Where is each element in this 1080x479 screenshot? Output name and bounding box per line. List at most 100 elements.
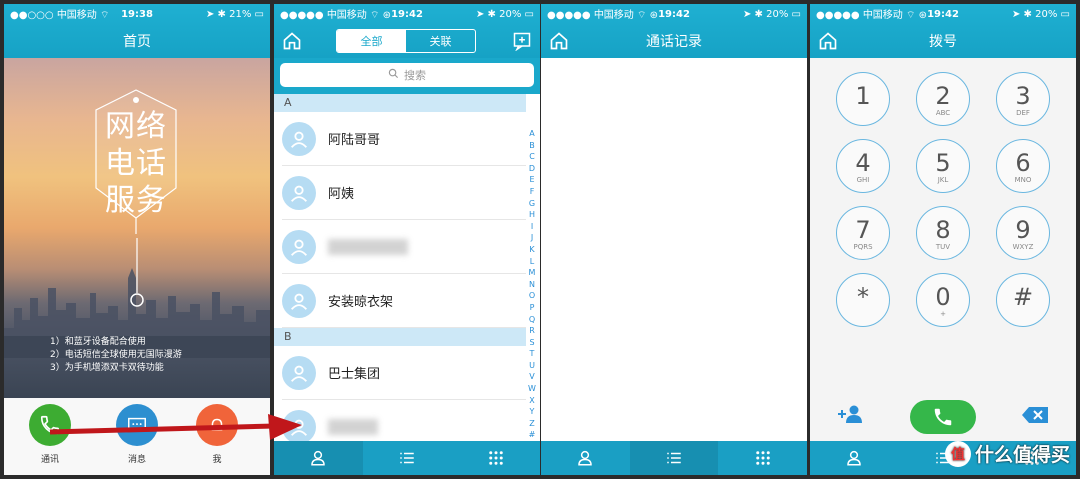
index-letter[interactable]: O [527, 290, 537, 302]
home-screen: ●●○○○ 中国移动 ⌔ 19:38 ➤ ✱ 21% ▭ 首页 网络 电话 服务 [4, 4, 270, 475]
hero-banner: 网络 电话 服务 1）和蓝牙设备配合使用 2）电话短信全球使用无国际漫游 3）为… [4, 58, 270, 398]
list-item[interactable] [282, 220, 526, 274]
index-letter[interactable]: K [527, 244, 537, 256]
dial-key[interactable]: 8 TUV [916, 206, 970, 260]
dialpad-icon [755, 451, 770, 465]
search-input[interactable]: 搜索 [280, 63, 534, 87]
tab-dialpad[interactable] [718, 441, 807, 475]
dial-key-digit: 3 [1015, 82, 1031, 110]
tab-bar [541, 441, 807, 475]
nav-bar: 通话记录 [541, 24, 807, 58]
index-letter[interactable]: D [527, 163, 537, 175]
index-letter[interactable]: L [527, 256, 537, 268]
index-letter[interactable]: G [527, 198, 537, 210]
dial-key[interactable]: 9 WXYZ [996, 206, 1050, 260]
screenshot-stage: ●●○○○ 中国移动 ⌔ 19:38 ➤ ✱ 21% ▭ 首页 网络 电话 服务 [0, 0, 1080, 479]
watermark: 值 什么值得买 [944, 440, 1070, 467]
feature-notes: 1）和蓝牙设备配合使用 2）电话短信全球使用无国际漫游 3）为手机增添双卡双待功… [50, 336, 182, 375]
index-letter[interactable]: Z [527, 418, 537, 430]
index-letter[interactable]: Y [527, 406, 537, 418]
watermark-badge: 值 [944, 440, 971, 467]
contact-name: 巴士集团 [328, 367, 381, 382]
index-letter[interactable]: T [527, 348, 537, 360]
index-letter[interactable]: H [527, 209, 537, 221]
index-letter[interactable]: I [527, 221, 537, 233]
index-letter[interactable]: W [527, 383, 537, 395]
alphabet-index[interactable]: A B C D E F G H I J K L M N O P Q R S T U V W X Y Z # [527, 128, 537, 441]
contacts-screen: ●●●●● 中国移动 ⌔ ⊛ 19:42 ➤ ✱ 20% ▭ 全部 关联 搜索 … [274, 4, 540, 475]
status-bar: ●●○○○ 中国移动 ⌔ 19:38 ➤ ✱ 21% ▭ [4, 4, 270, 24]
index-letter[interactable]: P [527, 302, 537, 314]
tab-call-log[interactable] [363, 441, 452, 475]
tab-call-log[interactable] [629, 441, 719, 475]
dial-key[interactable]: 6 MNO [996, 139, 1050, 193]
home-icon[interactable] [282, 31, 302, 51]
dial-key-digit: 9 [1015, 216, 1031, 244]
index-letter[interactable]: R [527, 325, 537, 337]
dock-label: 通讯 [40, 455, 59, 465]
add-contact-icon[interactable] [836, 404, 864, 428]
tab-dialpad[interactable] [451, 441, 540, 475]
tab-contacts[interactable] [541, 441, 630, 475]
avatar-icon [282, 229, 316, 264]
list-icon [400, 452, 414, 464]
dial-key-digit: 4 [855, 149, 871, 177]
add-contact-icon[interactable] [512, 31, 532, 52]
call-button[interactable] [910, 400, 976, 434]
search-placeholder: 搜索 [404, 69, 426, 82]
dialpad-icon [488, 451, 503, 465]
index-letter[interactable]: J [527, 232, 537, 244]
dial-key[interactable]: 0 + [916, 273, 970, 327]
search-bar: 搜索 [274, 58, 540, 94]
index-letter[interactable]: X [527, 395, 537, 407]
index-letter[interactable]: B [527, 140, 537, 152]
dial-key[interactable]: 1 [836, 72, 890, 126]
contact-name: 安装晾衣架 [328, 295, 394, 310]
dial-key-digit: 2 [935, 82, 951, 110]
dial-key-letters: JKL [937, 176, 949, 184]
contact-list: A 阿陆哥哥 阿姨 安装晾衣架 B 巴士集团 [274, 94, 540, 454]
dial-key[interactable]: 3 DEF [996, 72, 1050, 126]
dial-key-digit: 7 [855, 216, 871, 244]
dial-key-digit: 0 [935, 283, 951, 311]
index-letter[interactable]: S [527, 337, 537, 349]
clock: 19:42 [927, 8, 959, 20]
feature-note: 2）电话短信全球使用无国际漫游 [50, 350, 182, 360]
person-icon [311, 450, 326, 466]
segment-all[interactable]: 全部 [337, 30, 406, 52]
dial-key[interactable]: 2 ABC [916, 72, 970, 126]
dial-key-letters: MNO [1014, 176, 1032, 184]
nav-bar: 拨号 [810, 24, 1076, 58]
index-letter[interactable]: C [527, 151, 537, 163]
contact-name: 阿姨 [328, 187, 355, 202]
home-icon[interactable] [818, 31, 838, 51]
dial-key[interactable]: 7 PQRS [836, 206, 890, 260]
index-letter[interactable]: V [527, 371, 537, 383]
home-icon[interactable] [549, 31, 569, 51]
index-letter[interactable]: F [527, 186, 537, 198]
index-letter[interactable]: A [527, 128, 537, 140]
status-bar: ●●●●● 中国移动 ⌔ ⊛ 19:42 ➤ ✱ 20% ▭ [541, 4, 807, 24]
dial-key-digit: 8 [935, 216, 951, 244]
clock: 19:42 [658, 8, 690, 20]
index-letter[interactable]: M [527, 267, 537, 279]
backspace-icon[interactable] [1022, 407, 1048, 427]
dial-key[interactable]: 5 JKL [916, 139, 970, 193]
index-letter[interactable]: U [527, 360, 537, 372]
list-item[interactable]: 阿陆哥哥 [282, 112, 526, 166]
dial-key[interactable]: 4 GHI [836, 139, 890, 193]
segment-linked[interactable]: 关联 [406, 30, 475, 52]
index-letter[interactable]: Q [527, 314, 537, 326]
index-letter[interactable]: N [527, 279, 537, 291]
list-item[interactable]: 巴士集团 [282, 346, 526, 400]
dial-key[interactable]: * [836, 273, 890, 327]
tab-contacts[interactable] [810, 441, 899, 475]
index-letter[interactable]: E [527, 174, 537, 186]
dial-key[interactable]: # [996, 273, 1050, 327]
list-item[interactable]: 安装晾衣架 [282, 274, 526, 328]
index-letter[interactable]: # [527, 429, 537, 441]
list-item[interactable]: 阿姨 [282, 166, 526, 220]
dial-key-digit: 1 [855, 82, 871, 110]
dial-key-digit: # [1012, 283, 1034, 311]
dial-key-letters: GHI [856, 176, 870, 184]
